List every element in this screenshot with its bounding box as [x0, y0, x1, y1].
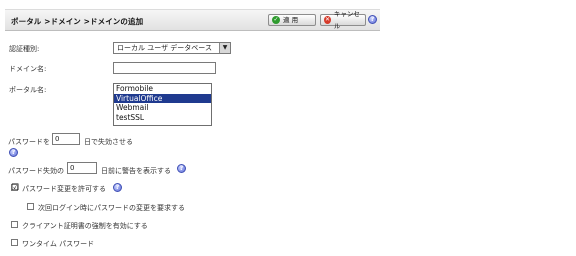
help-icon[interactable]: ?: [9, 148, 18, 157]
pw-warn-prefix: パスワード失効の: [8, 167, 64, 175]
require-pw-change-label: 次回ログイン時にパスワードの変更を要求する: [38, 204, 185, 212]
allow-pw-change-checkbox[interactable]: ☑: [11, 183, 20, 193]
apply-button[interactable]: ✓ 適 用: [268, 14, 316, 26]
cancel-icon: ✕: [324, 16, 331, 24]
breadcrumb: ポータル >ドメイン >ドメインの追加: [11, 17, 144, 26]
allow-pw-change-label: パスワード変更を許可する: [22, 185, 106, 193]
pw-expire-suffix: 日で失効させる: [84, 138, 133, 146]
portal-listbox[interactable]: Formobile VirtualOffice Webmail testSSL: [113, 83, 212, 126]
apply-button-label: 適 用: [283, 16, 299, 24]
pw-warn-days-value: 0: [70, 164, 75, 172]
portal-option[interactable]: Formobile: [114, 84, 211, 94]
chevron-down-icon[interactable]: ▼: [219, 43, 230, 53]
client-cert-label: クライアント証明書の強制を有効にする: [22, 222, 148, 230]
one-time-pw-checkbox[interactable]: [11, 239, 18, 246]
cancel-button[interactable]: ✕ キャンセル: [320, 10, 366, 30]
pw-expire-days-input[interactable]: 0: [52, 133, 80, 145]
pw-warn-suffix: 日前に警告を表示する: [101, 167, 171, 175]
one-time-pw-label: ワンタイム パスワード: [22, 240, 95, 248]
check-mark-icon: ☑: [11, 183, 20, 193]
pw-expire-days-value: 0: [55, 135, 60, 143]
portal-option-selected[interactable]: VirtualOffice: [114, 93, 211, 103]
client-cert-checkbox[interactable]: [11, 221, 18, 228]
portal-option[interactable]: testSSL: [114, 113, 211, 123]
help-icon[interactable]: ?: [177, 164, 186, 173]
require-pw-change-checkbox[interactable]: [27, 203, 34, 210]
domain-name-input[interactable]: [113, 62, 216, 74]
page-header: ポータル >ドメイン >ドメインの追加 ✓ 適 用 ✕ キャンセル ?: [5, 9, 380, 31]
pw-warn-days-input[interactable]: 0: [67, 162, 97, 174]
portal-name-label: ポータル名:: [9, 86, 47, 94]
check-icon: ✓: [272, 16, 280, 24]
portal-option[interactable]: Webmail: [114, 103, 211, 113]
cancel-button-label: キャンセル: [333, 10, 360, 30]
domain-name-label: ドメイン名:: [9, 65, 47, 73]
pw-expire-prefix: パスワードを: [8, 138, 50, 146]
auth-type-label: 認証種別:: [9, 45, 40, 53]
help-icon[interactable]: ?: [368, 15, 377, 24]
auth-type-select[interactable]: ローカル ユーザ データベース ▼: [113, 42, 231, 54]
auth-type-value: ローカル ユーザ データベース: [117, 44, 212, 52]
help-icon[interactable]: ?: [113, 183, 122, 192]
